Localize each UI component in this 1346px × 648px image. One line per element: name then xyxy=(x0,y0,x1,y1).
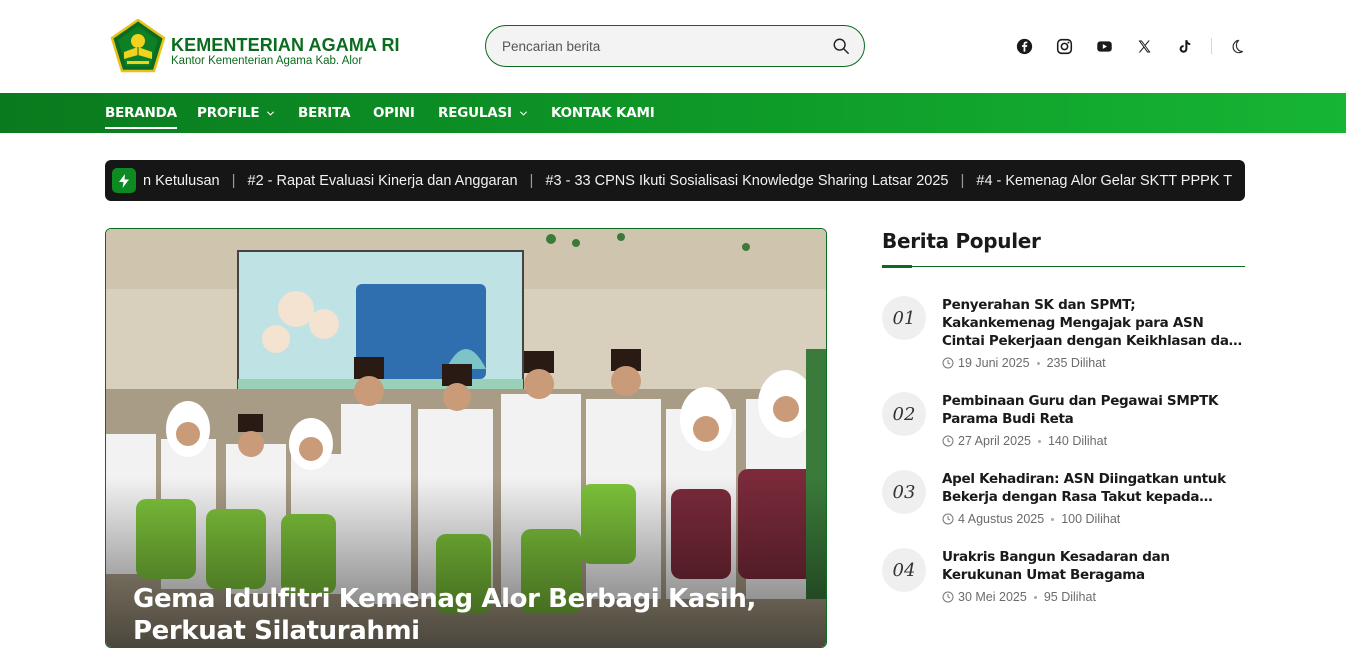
clock-icon xyxy=(942,435,954,447)
popular-divider-accent xyxy=(882,265,912,268)
featured-article-card[interactable]: Gema Idulfitri Kemenag Alor Berbagi Kasi… xyxy=(105,228,827,648)
nav-label: BERITA xyxy=(298,105,351,121)
ticker-item[interactable]: n Ketulusan xyxy=(143,173,220,189)
popular-title[interactable]: Penyerahan SK dan SPMT; Kakankemenag Men… xyxy=(942,296,1245,350)
nav-item-berita[interactable]: BERITA xyxy=(298,93,351,133)
nav-label: BERANDA xyxy=(105,105,177,121)
featured-title[interactable]: Gema Idulfitri Kemenag Alor Berbagi Kasi… xyxy=(133,583,793,647)
popular-views: 235 Dilihat xyxy=(1046,356,1106,370)
meta-dot xyxy=(1036,361,1040,365)
facebook-icon[interactable] xyxy=(1014,36,1034,56)
popular-date: 19 Juni 2025 xyxy=(958,356,1030,370)
clock-icon xyxy=(942,513,954,525)
instagram-icon[interactable] xyxy=(1054,36,1074,56)
nav-item-regulasi[interactable]: REGULASI xyxy=(438,93,528,133)
site-header: KEMENTERIAN AGAMA RI Kantor Kementerian … xyxy=(0,0,1346,93)
popular-rank: 02 xyxy=(882,392,926,436)
lightning-icon xyxy=(112,168,136,193)
main-navigation: BERANDA PROFILE BERITA OPINI REGULASI KO… xyxy=(0,93,1346,133)
ticker-track: n Ketulusan | #2 - Rapat Evaluasi Kinerj… xyxy=(143,160,1245,201)
popular-date: 27 April 2025 xyxy=(958,434,1031,448)
brand-title: KEMENTERIAN AGAMA RI xyxy=(171,35,400,55)
popular-meta: 19 Juni 2025 235 Dilihat xyxy=(942,356,1245,370)
tiktok-icon[interactable] xyxy=(1174,36,1194,56)
popular-meta: 27 April 2025 140 Dilihat xyxy=(942,434,1245,448)
moon-icon[interactable] xyxy=(1226,36,1246,56)
popular-meta: 4 Agustus 2025 100 Dilihat xyxy=(942,512,1245,526)
clock-icon xyxy=(942,591,954,603)
ticker-separator: | xyxy=(960,172,965,189)
popular-meta: 30 Mei 2025 95 Dilihat xyxy=(942,590,1245,604)
popular-rank: 04 xyxy=(882,548,926,592)
ticker-item[interactable]: #2 - Rapat Evaluasi Kinerja dan Anggaran xyxy=(248,173,518,189)
nav-item-opini[interactable]: OPINI xyxy=(373,93,415,133)
popular-title[interactable]: Urakris Bangun Kesadaran dan Kerukunan U… xyxy=(942,548,1245,584)
header-divider xyxy=(1211,38,1212,54)
popular-heading: Berita Populer xyxy=(882,229,1041,253)
ticker-separator: | xyxy=(529,172,534,189)
meta-dot xyxy=(1051,517,1055,521)
popular-views: 100 Dilihat xyxy=(1061,512,1121,526)
popular-rank: 03 xyxy=(882,470,926,514)
popular-views: 140 Dilihat xyxy=(1047,434,1108,448)
meta-dot xyxy=(1033,595,1037,599)
popular-views: 95 Dilihat xyxy=(1043,590,1096,604)
brand-block[interactable]: KEMENTERIAN AGAMA RI Kantor Kementerian … xyxy=(171,35,400,67)
nav-label: KONTAK KAMI xyxy=(551,105,655,121)
nav-label: REGULASI xyxy=(438,105,512,121)
nav-label: OPINI xyxy=(373,105,415,121)
meta-dot xyxy=(1037,439,1041,443)
popular-rank: 01 xyxy=(882,296,926,340)
popular-date: 30 Mei 2025 xyxy=(958,590,1027,604)
x-twitter-icon[interactable] xyxy=(1134,36,1154,56)
brand-subtitle: Kantor Kementerian Agama Kab. Alor xyxy=(171,55,363,67)
chevron-down-icon xyxy=(267,110,275,116)
news-ticker: n Ketulusan | #2 - Rapat Evaluasi Kinerj… xyxy=(105,160,1245,201)
nav-item-profile[interactable]: PROFILE xyxy=(197,93,275,133)
ticker-item[interactable]: #4 - Kemenag Alor Gelar SKTT PPPK T xyxy=(976,173,1232,189)
kemenag-logo[interactable] xyxy=(110,19,166,73)
nav-item-beranda[interactable]: BERANDA xyxy=(105,93,177,133)
ticker-item[interactable]: #3 - 33 CPNS Ikuti Sosialisasi Knowledge… xyxy=(545,173,948,189)
search-input[interactable] xyxy=(502,35,812,57)
ticker-separator: | xyxy=(231,172,236,189)
chevron-down-icon xyxy=(519,110,527,116)
popular-divider xyxy=(882,266,1245,267)
popular-title[interactable]: Pembinaan Guru dan Pegawai SMPTK Parama … xyxy=(942,392,1245,428)
clock-icon xyxy=(942,357,954,369)
nav-label: PROFILE xyxy=(197,105,260,121)
search-box xyxy=(485,25,865,67)
search-icon[interactable] xyxy=(832,37,850,55)
popular-date: 4 Agustus 2025 xyxy=(958,512,1045,526)
popular-title[interactable]: Apel Kehadiran: ASN Diingatkan untuk Bek… xyxy=(942,470,1245,506)
youtube-icon[interactable] xyxy=(1094,36,1114,56)
nav-item-kontak-kami[interactable]: KONTAK KAMI xyxy=(551,93,655,133)
